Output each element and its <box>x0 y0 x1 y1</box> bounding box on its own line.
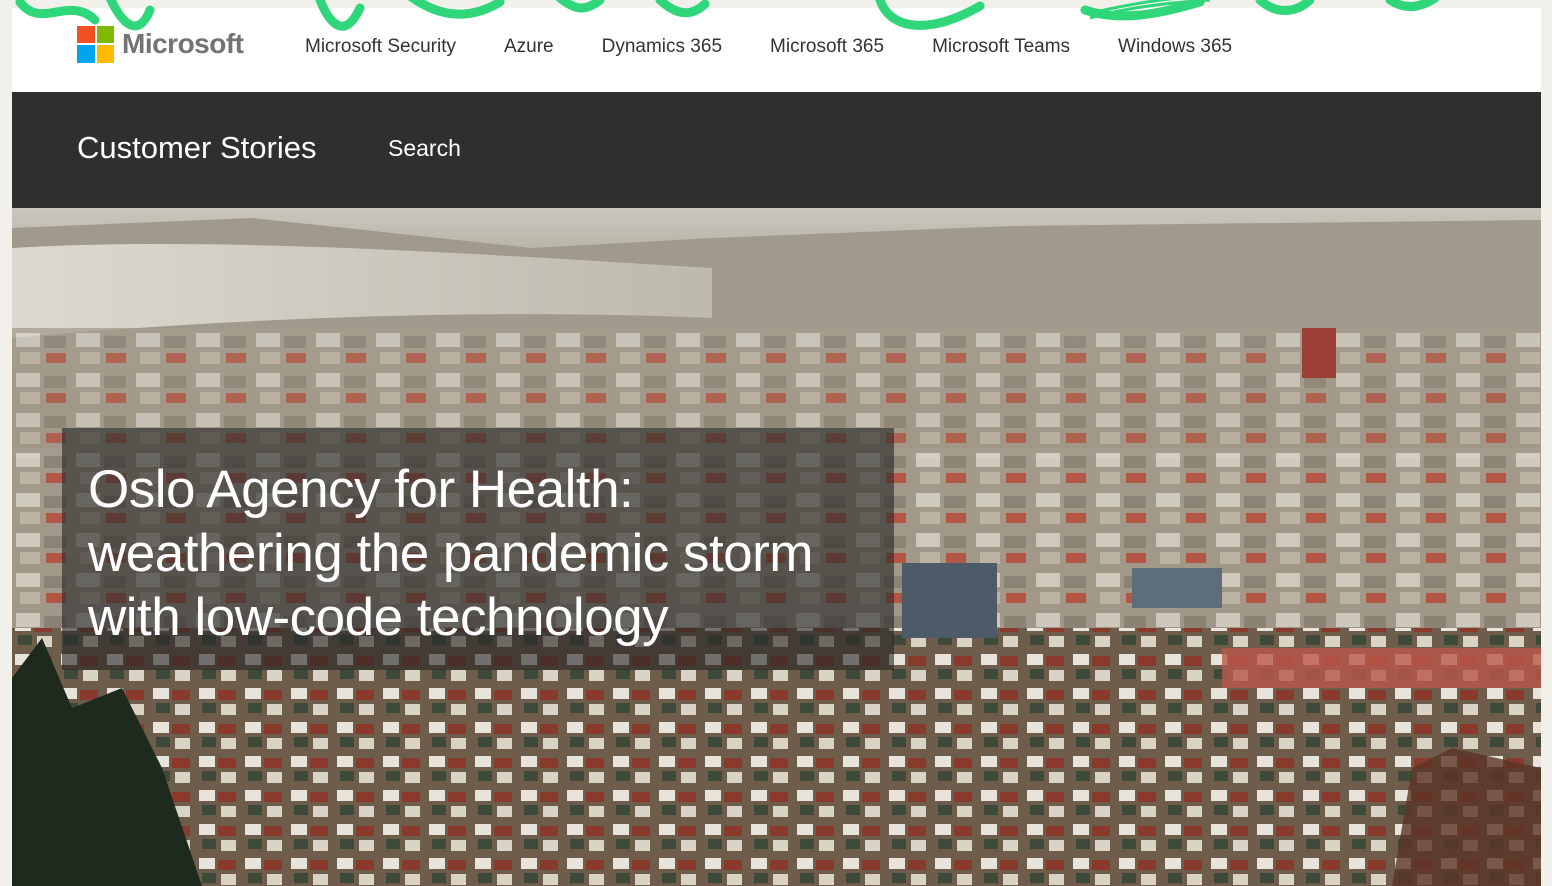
nav-link-azure[interactable]: Azure <box>504 36 554 58</box>
customer-stories-link[interactable]: Customer Stories <box>77 130 316 166</box>
logo-square-green <box>96 25 114 43</box>
logo-square-blue <box>77 45 95 63</box>
nav-link-microsoft-365[interactable]: Microsoft 365 <box>770 36 884 58</box>
nav-link-microsoft-security[interactable]: Microsoft Security <box>305 36 456 58</box>
logo-wordmark: Microsoft <box>122 28 244 59</box>
logo-square-red <box>77 25 95 43</box>
search-link[interactable]: Search <box>388 135 461 162</box>
hero-banner: Oslo Agency for Health: weathering the p… <box>12 208 1541 886</box>
nav-link-dynamics-365[interactable]: Dynamics 365 <box>602 36 722 58</box>
nav-link-windows-365[interactable]: Windows 365 <box>1118 36 1232 58</box>
microsoft-logo[interactable]: Microsoft <box>77 25 244 63</box>
microsoft-logo-icon <box>77 25 114 63</box>
nav-link-microsoft-teams[interactable]: Microsoft Teams <box>932 36 1070 58</box>
product-links: Microsoft Security Azure Dynamics 365 Mi… <box>305 36 1280 58</box>
top-navigation: Microsoft Microsoft Security Azure Dynam… <box>12 8 1541 92</box>
headline-overlay: Oslo Agency for Health: weathering the p… <box>62 428 894 670</box>
story-headline[interactable]: Oslo Agency for Health: weathering the p… <box>88 458 878 650</box>
page-frame: Microsoft Microsoft Security Azure Dynam… <box>12 8 1541 886</box>
logo-square-yellow <box>96 45 114 63</box>
customer-stories-bar: Customer Stories Search <box>12 92 1541 208</box>
